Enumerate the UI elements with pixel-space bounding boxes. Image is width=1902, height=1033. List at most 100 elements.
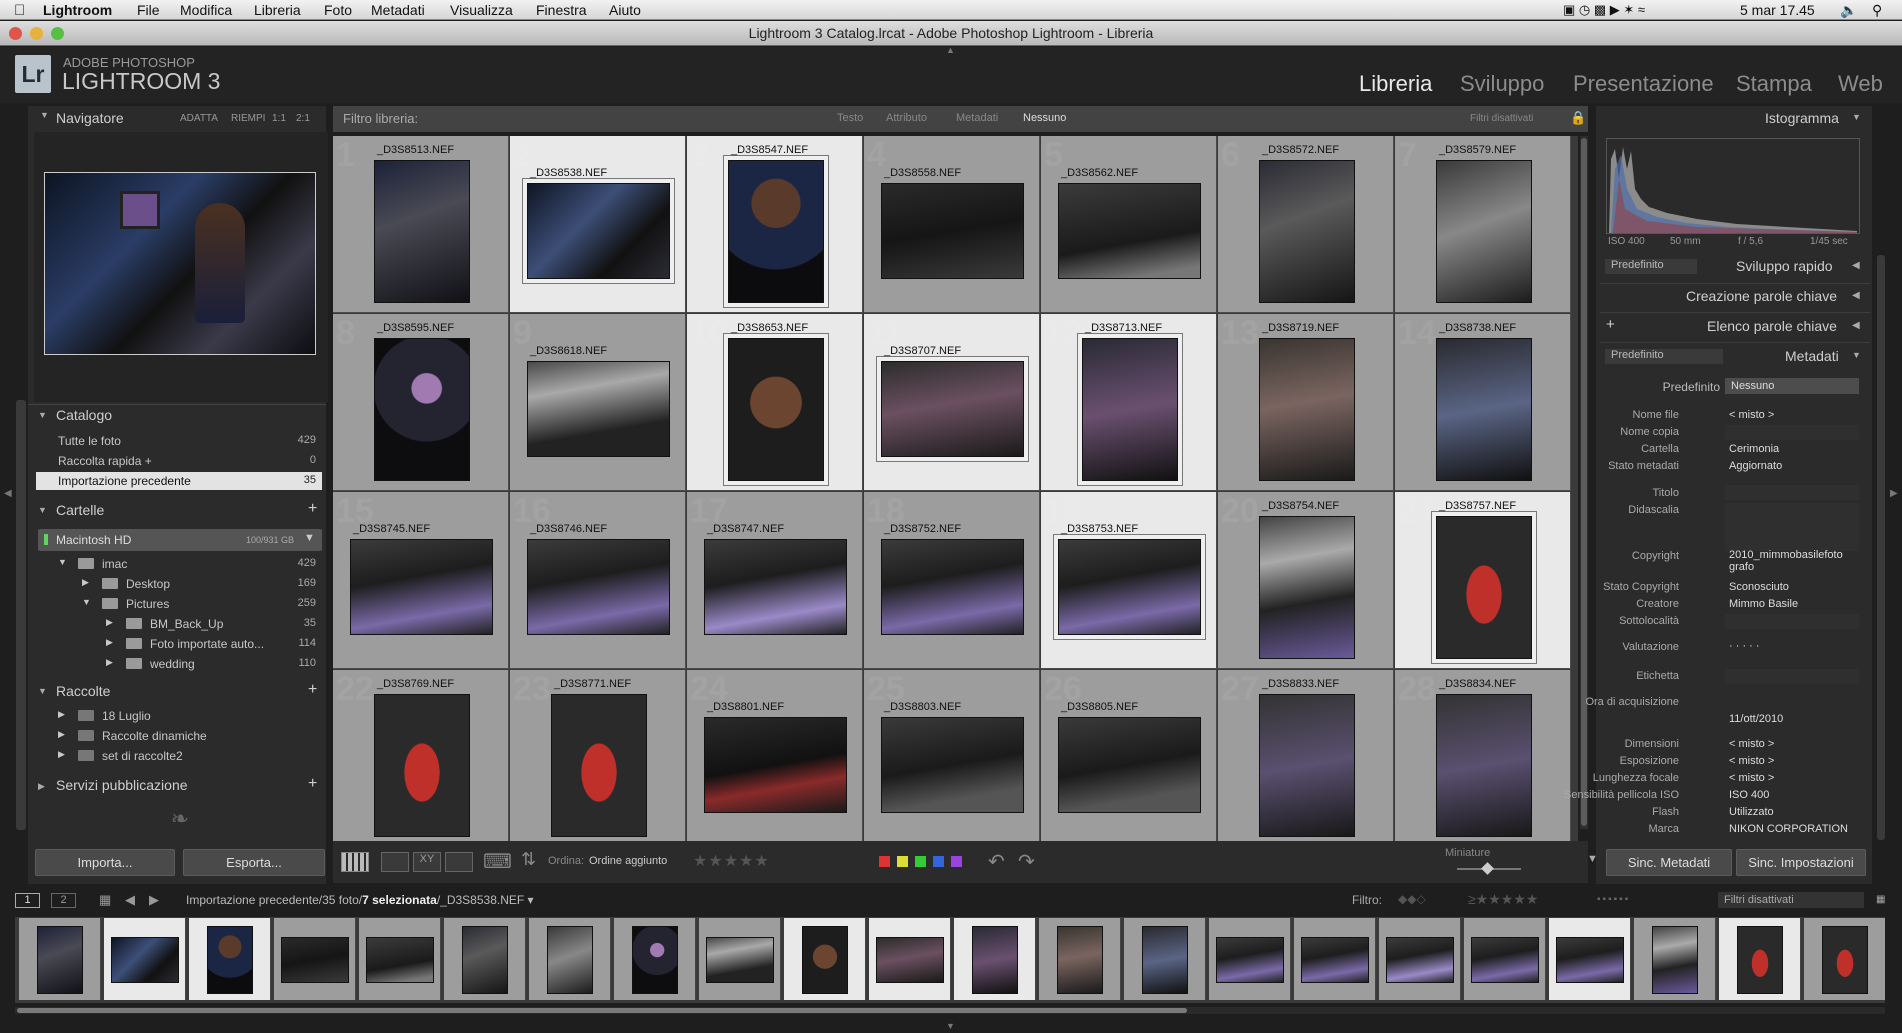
rotate-left-icon[interactable]: ↶ [988, 849, 1005, 874]
meta-value-focal[interactable]: < misto > [1729, 772, 1859, 784]
grid-cell[interactable]: 5 _D3S8562.NEF [1041, 136, 1217, 313]
folder-expand-icon[interactable]: ▶ [106, 657, 113, 668]
filmstrip-cell[interactable] [1039, 918, 1121, 1000]
menu-foto[interactable]: Foto [324, 2, 352, 18]
grid-cell[interactable]: 22 _D3S8769.NEF [333, 670, 509, 841]
zoom-fill[interactable]: RIEMPI [231, 113, 265, 124]
menu-finestra[interactable]: Finestra [536, 2, 587, 18]
filmstrip-thumbnail[interactable] [876, 937, 944, 983]
publish-expand-icon[interactable]: ▶ [38, 781, 45, 792]
photo-thumbnail[interactable] [527, 183, 670, 279]
grid-cell[interactable]: 16 _D3S8746.NEF [510, 492, 686, 669]
grid-cell[interactable]: 13 _D3S8719.NEF [1218, 314, 1394, 491]
grid-cell[interactable]: 19 _D3S8753.NEF [1041, 492, 1217, 669]
rating-stars[interactable]: ★★★★★ [693, 851, 770, 871]
photo-thumbnail[interactable] [728, 160, 824, 303]
spotlight-icon[interactable]: ⚲ [1872, 2, 1882, 19]
bottom-panel-toggle-icon[interactable]: ▼ [946, 1021, 955, 1031]
photo-thumbnail[interactable] [374, 338, 470, 481]
grid-cell[interactable]: 17 _D3S8747.NEF [687, 492, 863, 669]
module-presentazione[interactable]: Presentazione [1573, 71, 1714, 97]
photo-thumbnail[interactable] [374, 160, 470, 303]
menu-visualizza[interactable]: Visualizza [450, 2, 513, 18]
filmstrip-cell[interactable] [614, 918, 696, 1000]
meta-field-copyname[interactable] [1725, 425, 1859, 440]
filmstrip-cell[interactable] [1719, 918, 1801, 1000]
add-publish-icon[interactable]: + [308, 775, 317, 793]
photo-thumbnail[interactable] [350, 539, 493, 635]
export-button[interactable]: Esporta... [183, 849, 325, 876]
grid-cell[interactable]: 20 _D3S8754.NEF [1218, 492, 1394, 669]
module-sviluppo[interactable]: Sviluppo [1460, 71, 1544, 97]
right-scrollbar[interactable] [1877, 255, 1885, 840]
grid-cell[interactable]: 4 _D3S8558.NEF [864, 136, 1040, 313]
filmstrip-thumbnail[interactable] [462, 926, 508, 994]
filmstrip-cell[interactable] [444, 918, 526, 1000]
forward-arrow-icon[interactable]: ▶ [149, 892, 159, 908]
filmstrip-cell[interactable] [784, 918, 866, 1000]
quick-develop-title[interactable]: Sviluppo rapido [1736, 258, 1833, 274]
filter-lock-icon[interactable]: 🔒 [1570, 110, 1586, 126]
photo-thumbnail[interactable] [728, 338, 824, 481]
purple-label-icon[interactable] [951, 856, 962, 867]
folder-expand-icon[interactable]: ▶ [106, 617, 113, 628]
filmstrip-cell[interactable] [954, 918, 1036, 1000]
filmstrip-scrollbar[interactable] [15, 1007, 1885, 1014]
import-button[interactable]: Importa... [35, 849, 175, 876]
filmstrip-cell[interactable] [274, 918, 356, 1000]
filter-none[interactable]: Nessuno [1023, 112, 1066, 124]
catalog-item-previous-import[interactable]: Importazione precedente 35 [36, 472, 322, 490]
grid-scrollbar[interactable] [1580, 136, 1588, 829]
filmstrip-cell[interactable] [1634, 918, 1716, 1000]
grid-cell[interactable]: 23 _D3S8771.NEF [510, 670, 686, 841]
histogram-title[interactable]: Istogramma [1765, 110, 1839, 126]
photo-thumbnail[interactable] [881, 361, 1024, 457]
add-collection-icon[interactable]: + [308, 681, 317, 699]
filmstrip-thumbnail[interactable] [281, 937, 349, 983]
grid-cell[interactable]: 25 _D3S8803.NEF [864, 670, 1040, 841]
grid-cell[interactable]: 3 _D3S8547.NEF [687, 136, 863, 313]
keyword-list-title[interactable]: Elenco parole chiave [1707, 318, 1837, 334]
filmstrip-cell[interactable] [869, 918, 951, 1000]
thumbnail-size-thumb[interactable] [1481, 862, 1494, 875]
menu-aiuto[interactable]: Aiuto [609, 2, 641, 18]
grid-cell[interactable]: 15 _D3S8745.NEF [333, 492, 509, 669]
photo-thumbnail[interactable] [1436, 516, 1532, 659]
photo-thumbnail[interactable] [1058, 183, 1201, 279]
filmstrip-thumbnail[interactable] [207, 926, 253, 994]
volume-icon[interactable]: 🔈 [1840, 2, 1857, 19]
red-label-icon[interactable] [879, 856, 890, 867]
photo-thumbnail[interactable] [1058, 539, 1201, 635]
grid-mode-icon[interactable]: ▦ [99, 892, 111, 908]
collections-collapse-icon[interactable]: ▼ [38, 686, 47, 696]
collection-expand-icon[interactable]: ▶ [58, 709, 65, 720]
add-folder-icon[interactable]: + [308, 500, 317, 518]
folder-item[interactable]: ▶ BM_Back_Up 35 [36, 615, 322, 633]
filmstrip-cell[interactable] [1124, 918, 1206, 1000]
filter-attribute[interactable]: Attributo [886, 112, 927, 124]
volume-row[interactable]: Macintosh HD 100/931 GB ▼ [38, 529, 322, 551]
collections-title[interactable]: Raccolte [56, 683, 110, 699]
filmstrip-thumbnail[interactable] [972, 926, 1018, 994]
folder-expand-icon[interactable]: ▼ [82, 597, 91, 607]
add-keyword-icon[interactable]: + [1606, 316, 1615, 333]
menubar-clock[interactable]: 5 mar 17.45 [1740, 2, 1815, 18]
filmstrip-cell[interactable] [1379, 918, 1461, 1000]
collection-item[interactable]: ▶ Raccolte dinamiche [36, 727, 322, 745]
compare-view-icon[interactable]: XY [413, 852, 441, 872]
collection-expand-icon[interactable]: ▶ [58, 749, 65, 760]
meta-value-rating[interactable]: · · · · · [1729, 640, 1859, 652]
folder-item[interactable]: ▼ imac 429 [36, 555, 322, 573]
status-icons[interactable]: ▣ ◷ ▩ ▶ ✶ ≈ [1563, 2, 1645, 18]
photo-thumbnail[interactable] [881, 717, 1024, 813]
filmstrip-thumbnail[interactable] [111, 937, 179, 983]
grid-cell[interactable]: 12 _D3S8713.NEF [1041, 314, 1217, 491]
meta-value-status[interactable]: Aggiornato [1729, 460, 1859, 472]
navigator-collapse-icon[interactable]: ▼ [40, 110, 49, 120]
photo-thumbnail[interactable] [1082, 338, 1178, 481]
folder-expand-icon[interactable]: ▼ [58, 557, 67, 567]
filmstrip-cell[interactable] [1804, 918, 1885, 1000]
filmstrip-filter-preset[interactable]: Filtri disattivati [1718, 892, 1864, 908]
meta-value-creator[interactable]: Mimmo Basile [1729, 598, 1859, 610]
filmstrip-cell[interactable] [529, 918, 611, 1000]
